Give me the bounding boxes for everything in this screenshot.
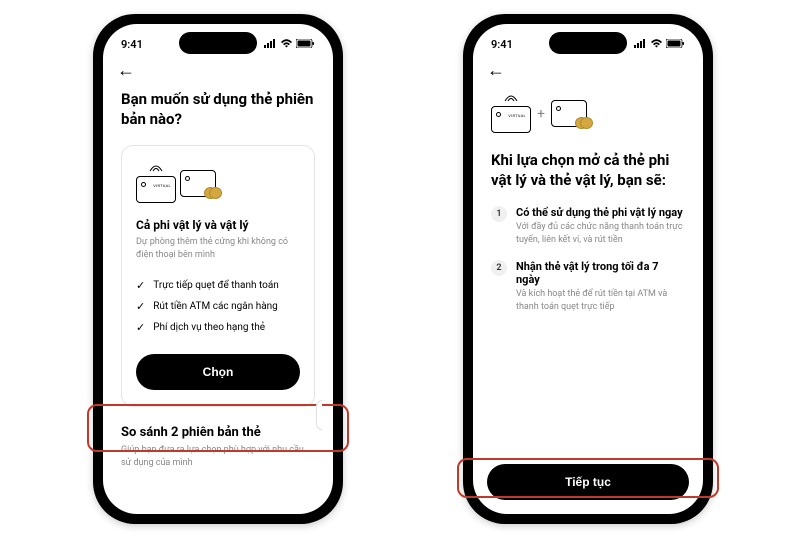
content-1: Bạn muốn sử dụng thẻ phiên bản nào? VIRT…	[103, 84, 333, 469]
phone-screen-2: 9:41 ←	[473, 24, 703, 514]
status-time: 9:41	[121, 38, 143, 51]
benefit-list: 1 Có thể sử dụng thẻ phi vật lý ngay Với…	[491, 206, 685, 313]
signal-icon	[634, 38, 647, 51]
coins-icon	[575, 114, 593, 133]
item-content: Nhận thẻ vật lý trong tối đa 7 ngày Và k…	[516, 260, 685, 313]
choose-button[interactable]: Chọn	[136, 354, 300, 390]
virtual-card-graphic: VIRTUAL	[136, 164, 176, 203]
card-chip-icon	[496, 112, 501, 117]
card-virtual-label: VIRTUAL	[153, 183, 171, 188]
wifi-icon	[650, 38, 663, 51]
status-right	[634, 38, 685, 51]
status-time: 9:41	[491, 38, 513, 51]
page-title: Khi lựa chọn mở cả thẻ phi vật lý và thẻ…	[491, 151, 685, 190]
card-chip-icon	[141, 182, 146, 187]
card-title: Cả phi vật lý và vật lý	[136, 218, 300, 232]
item-title: Nhận thẻ vật lý trong tối đa 7 ngày	[516, 260, 685, 286]
virtual-card-graphic: VIRTUAL	[491, 94, 531, 133]
coins-icon	[204, 184, 222, 203]
status-right	[264, 38, 315, 51]
illustration: VIRTUAL +	[491, 94, 685, 133]
continue-button[interactable]: Tiếp tục	[487, 464, 689, 500]
nav-bar: ←	[103, 56, 333, 84]
back-button[interactable]: ←	[117, 60, 135, 81]
compare-title: So sánh 2 phiên bản thẻ	[121, 425, 315, 440]
wifi-icon	[280, 38, 293, 51]
check-icon: ✓	[136, 321, 145, 334]
card-outline: VIRTUAL	[136, 176, 176, 203]
back-button[interactable]: ←	[487, 60, 505, 81]
feature-item: ✓ Phí dịch vụ theo hạng thẻ	[136, 317, 300, 338]
compare-desc: Giúp bạn đưa ra lựa chọn phù hợp với nhu…	[121, 444, 315, 469]
physical-card-graphic	[551, 100, 587, 127]
phone-frame-2: 9:41 ←	[463, 14, 713, 524]
option-card[interactable]: VIRTUAL Cả phi vật lý và vật lý Dự phò	[121, 145, 315, 407]
item-content: Có thể sử dụng thẻ phi vật lý ngay Với đ…	[516, 206, 685, 246]
feature-item: ✓ Trực tiếp quẹt để thanh toán	[136, 275, 300, 296]
phone-screen-1: 9:41 ← Bạn muốn sử dụng thẻ phiên bản nà…	[103, 24, 333, 514]
content-2: VIRTUAL + Khi lựa chọn mở cả thẻ phi vật…	[473, 84, 703, 313]
item-number: 1	[491, 206, 507, 222]
signal-icon	[264, 38, 277, 51]
check-icon: ✓	[136, 279, 145, 292]
feature-item: ✓ Rút tiền ATM các ngân hàng	[136, 296, 300, 317]
physical-card-graphic	[180, 170, 216, 197]
plus-icon: +	[537, 106, 545, 122]
nav-bar: ←	[473, 56, 703, 84]
notch	[549, 32, 627, 54]
item-desc: Và kích hoạt thẻ để rút tiền tại ATM và …	[516, 288, 685, 313]
item-desc: Với đầy đủ các chức năng thanh toán trực…	[516, 221, 685, 246]
peek-next-card[interactable]	[316, 400, 322, 430]
feature-text: Trực tiếp quẹt để thanh toán	[153, 280, 279, 291]
check-icon: ✓	[136, 300, 145, 313]
card-chip-icon	[556, 106, 561, 111]
contactless-icon	[136, 164, 176, 175]
notch	[179, 32, 257, 54]
battery-icon	[296, 38, 315, 51]
card-chip-icon	[185, 176, 190, 181]
feature-list: ✓ Trực tiếp quẹt để thanh toán ✓ Rút tiền …	[136, 275, 300, 338]
card-virtual-label: VIRTUAL	[508, 113, 526, 118]
phone-frame-1: 9:41 ← Bạn muốn sử dụng thẻ phiên bản nà…	[93, 14, 343, 524]
feature-text: Phí dịch vụ theo hạng thẻ	[153, 322, 265, 333]
bottom-button-container: Tiếp tục	[487, 464, 689, 500]
page-title: Bạn muốn sử dụng thẻ phiên bản nào?	[121, 90, 315, 129]
contactless-icon	[491, 94, 531, 105]
card-illustration: VIRTUAL	[136, 162, 300, 204]
card-outline: VIRTUAL	[491, 106, 531, 133]
item-title: Có thể sử dụng thẻ phi vật lý ngay	[516, 206, 685, 219]
benefit-item: 1 Có thể sử dụng thẻ phi vật lý ngay Với…	[491, 206, 685, 246]
benefit-item: 2 Nhận thẻ vật lý trong tối đa 7 ngày Và…	[491, 260, 685, 313]
battery-icon	[666, 38, 685, 51]
card-desc: Dự phòng thêm thẻ cứng khi không có điện…	[136, 236, 300, 261]
item-number: 2	[491, 260, 507, 276]
feature-text: Rút tiền ATM các ngân hàng	[153, 301, 278, 312]
